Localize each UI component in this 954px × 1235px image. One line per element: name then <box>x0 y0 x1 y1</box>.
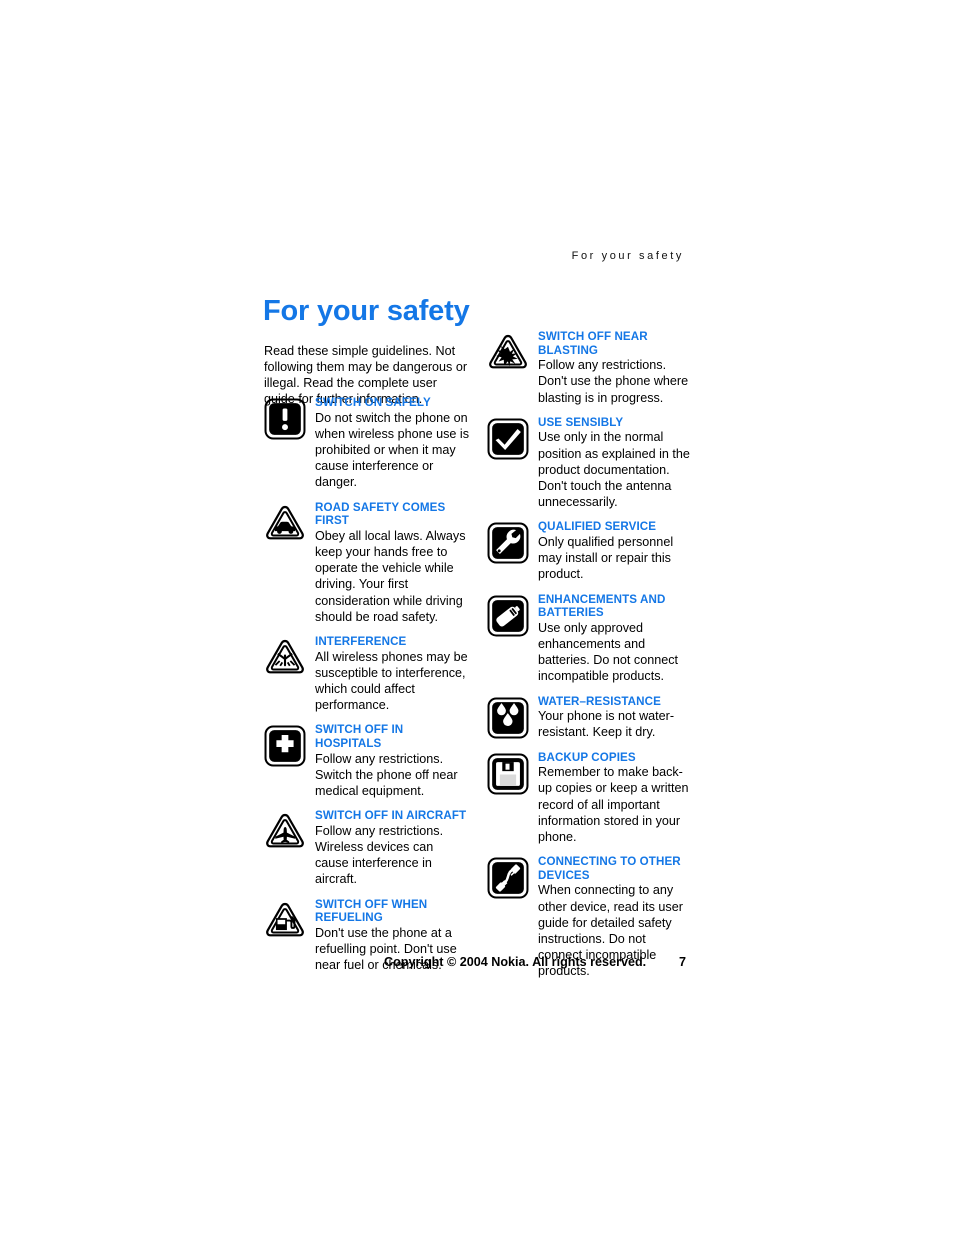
safety-item-title: SWITCH OFF IN HOSPITALS <box>315 723 404 751</box>
footer-copyright: Copyright © 2004 Nokia. All rights reser… <box>384 955 647 969</box>
fuel-pump-triangle-icon <box>264 900 306 942</box>
safety-item-text: Remember to make back-up copies or keep … <box>538 765 689 845</box>
safety-item-text: All wireless phones may be susceptible t… <box>315 649 468 713</box>
safety-item: SWITCH ON SAFELY Do not switch the phone … <box>264 396 469 491</box>
page-title: For your safety <box>263 295 470 328</box>
safety-item-body: WATER–RESISTANCE Your phone is not water-… <box>538 695 692 741</box>
safety-item-title: SWITCH OFF NEAR BLASTING <box>538 330 648 357</box>
safety-item-text: Follow any restrictions. Don't use the p… <box>538 358 689 405</box>
wrench-square-icon <box>487 522 529 564</box>
safety-item-title: SWITCH ON SAFELY <box>315 396 431 409</box>
safety-item-body: QUALIFIED SERVICE Only qualified personne… <box>538 520 692 582</box>
safety-item-title: BACKUP COPIES <box>538 750 636 764</box>
safety-item-text: Use only in the normal position as expla… <box>538 430 690 510</box>
document-page: For your safety For your safety Read the… <box>0 0 954 1235</box>
safety-item-text: Follow any restrictions. Switch the phon… <box>315 751 458 799</box>
safety-item-title: INTERFERENCE <box>315 635 407 649</box>
safety-item-body: BACKUP COPIES Remember to make back-up co… <box>538 751 692 846</box>
safety-item-body: SWITCH OFF IN AIRCRAFT Follow any restric… <box>315 809 469 887</box>
floppy-disk-square-icon <box>487 753 529 795</box>
safety-item-text: Only qualified personnel may install or … <box>538 535 674 582</box>
safety-item-title: WATER–RESISTANCE <box>538 694 661 708</box>
safety-item-body: SWITCH OFF NEAR BLASTING Follow any restr… <box>538 330 692 406</box>
exclamation-square-icon <box>264 398 306 440</box>
safety-item-title: QUALIFIED SERVICE <box>538 520 657 534</box>
safety-item: INTERFERENCE All wireless phones may be s… <box>264 635 469 713</box>
aircraft-triangle-icon <box>264 811 306 853</box>
safety-list-right: SWITCH OFF NEAR BLASTING Follow any restr… <box>487 330 692 990</box>
safety-item-body: ROAD SAFETY COMES FIRST Obey all local la… <box>315 501 469 625</box>
safety-item-title: SWITCH OFF IN AIRCRAFT <box>315 809 467 823</box>
footer-page-number: 7 <box>679 955 687 969</box>
running-header: For your safety <box>571 250 684 262</box>
interference-triangle-icon <box>264 637 306 679</box>
safety-item: BACKUP COPIES Remember to make back-up co… <box>487 751 692 846</box>
safety-item: QUALIFIED SERVICE Only qualified personne… <box>487 520 692 582</box>
safety-item-body: USE SENSIBLY Use only in the normal posit… <box>538 416 692 511</box>
safety-item-body: INTERFERENCE All wireless phones may be s… <box>315 635 469 713</box>
safety-item-title: ENHANCEMENTS AND BATTERIES <box>538 592 666 620</box>
safety-item-text: Use only approved enhancements and batte… <box>538 620 679 684</box>
safety-item-title: USE SENSIBLY <box>538 415 624 429</box>
water-drops-square-icon <box>487 697 529 739</box>
safety-item: SWITCH OFF NEAR BLASTING Follow any restr… <box>487 330 692 406</box>
safety-list-left: SWITCH ON SAFELY Do not switch the phone … <box>264 396 469 983</box>
safety-item-title: ROAD SAFETY COMES FIRST <box>315 500 446 528</box>
safety-item: WATER–RESISTANCE Your phone is not water-… <box>487 695 692 741</box>
battery-square-icon <box>487 595 529 637</box>
safety-item: ROAD SAFETY COMES FIRST Obey all local la… <box>264 501 469 625</box>
safety-item-title: CONNECTING TO OTHER DEVICES <box>538 855 681 882</box>
hospital-cross-square-icon <box>264 725 306 767</box>
safety-item: USE SENSIBLY Use only in the normal posit… <box>487 416 692 511</box>
safety-item-text: Follow any restrictions. Wireless device… <box>315 823 444 887</box>
connector-plugs-square-icon <box>487 857 529 899</box>
checkmark-square-icon <box>487 418 529 460</box>
safety-item-title: SWITCH OFF WHEN REFUELING <box>315 897 428 925</box>
safety-item: ENHANCEMENTS AND BATTERIES Use only appro… <box>487 593 692 685</box>
safety-item-body: ENHANCEMENTS AND BATTERIES Use only appro… <box>538 593 692 685</box>
blasting-triangle-icon <box>487 332 529 374</box>
safety-item-body: SWITCH OFF IN HOSPITALS Follow any restri… <box>315 723 469 799</box>
safety-item-text: Do not switch the phone on when wireless… <box>315 410 470 490</box>
safety-item-text: Your phone is not water-resistant. Keep … <box>538 709 675 740</box>
safety-item: SWITCH OFF IN AIRCRAFT Follow any restric… <box>264 809 469 887</box>
safety-item-text: Obey all local laws. Always keep your ha… <box>315 528 466 624</box>
car-triangle-icon <box>264 503 306 545</box>
safety-item-body: SWITCH ON SAFELY Do not switch the phone … <box>315 396 469 491</box>
safety-item: SWITCH OFF IN HOSPITALS Follow any restri… <box>264 723 469 799</box>
